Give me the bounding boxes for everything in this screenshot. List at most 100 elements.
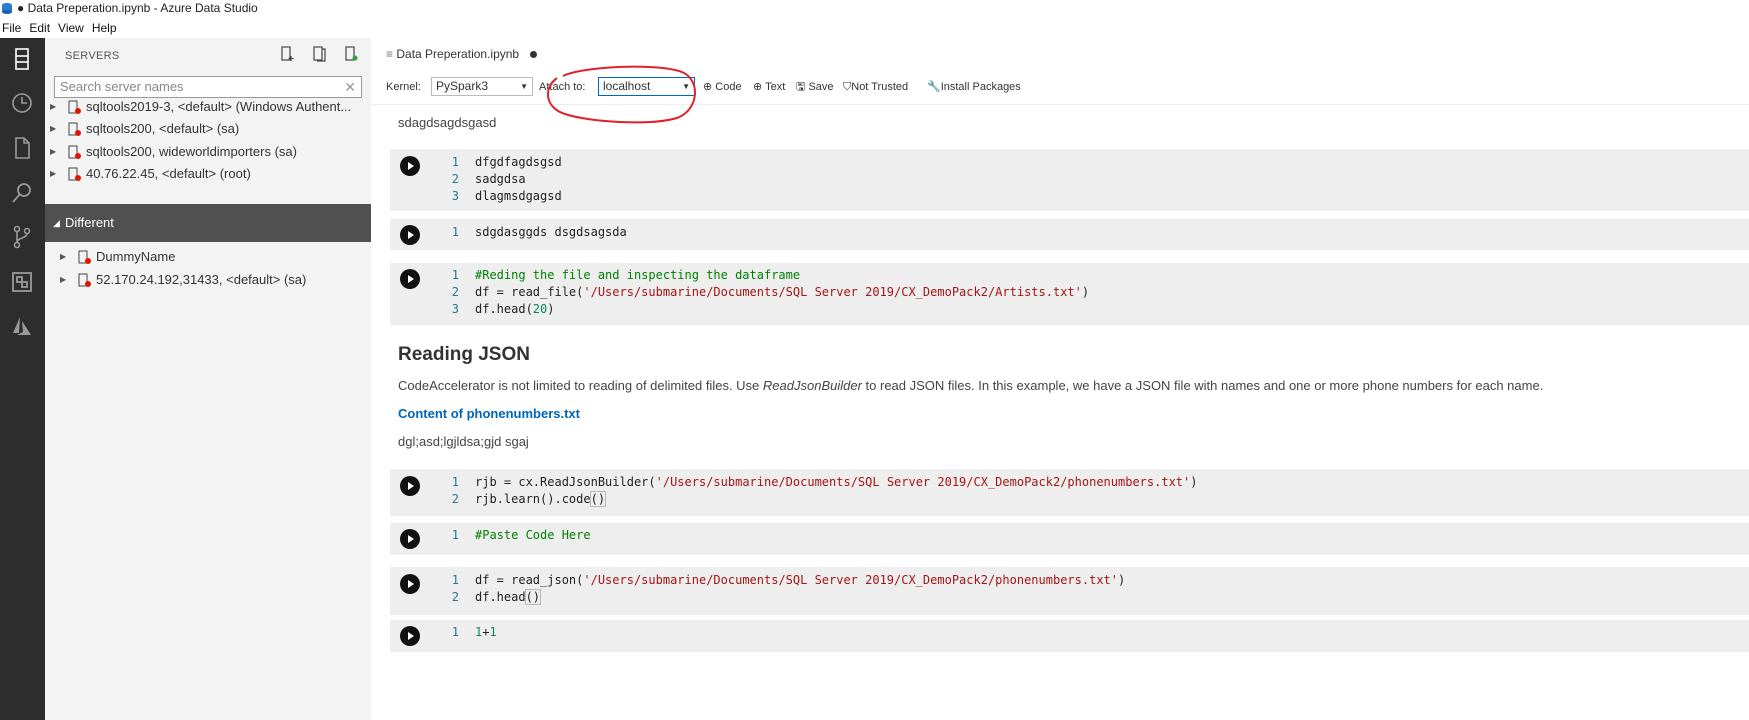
server-group-label: Different <box>65 215 114 230</box>
code-cell[interactable]: 1 rjb = cx.ReadJsonBuilder('/Users/submar… <box>390 469 1749 516</box>
code-line: 1 #Paste Code Here <box>445 527 591 544</box>
code-text: df.head <box>475 590 526 604</box>
server-item[interactable]: ▶ 40.76.22.45, <default> (root) <box>45 163 371 185</box>
code-text: df = read_file( <box>475 285 584 299</box>
window-title: ● Data Preperation.ipynb - Azure Data St… <box>17 1 258 15</box>
run-cell-button[interactable] <box>400 156 420 176</box>
code-text: df = read_json( <box>475 573 584 587</box>
code-text: ) <box>1190 475 1198 489</box>
add-icon: ⊕ <box>753 81 763 93</box>
code-line: 1 sdgdasggds dsgdsagsda <box>445 224 627 241</box>
chevron-right-icon[interactable]: ▶ <box>60 246 66 268</box>
tab-bar: ≡ Data Preperation.ipynb <box>371 38 1749 70</box>
code-line: 1 rjb = cx.ReadJsonBuilder('/Users/submar… <box>445 474 1198 491</box>
search-placeholder: Search server names <box>60 79 184 94</box>
notebook-toolbar: Kernel: PySpark3 ▼ Attach to: localhost … <box>371 65 1749 124</box>
notebook-file-icon: ≡ <box>386 47 394 61</box>
tab-label: Data Preperation.ipynb <box>396 47 520 61</box>
markdown-text: sdagdsagdsgasd <box>398 115 497 130</box>
server-disconnected-icon <box>68 100 81 114</box>
search-icon[interactable] <box>7 178 37 208</box>
dropdown-arrow-icon: ▼ <box>520 82 528 91</box>
server-label: sqltools200, <default> (sa) <box>86 121 240 136</box>
server-item[interactable]: ▶ sqltools200, <default> (sa) <box>45 118 371 140</box>
server-label: sqltools2019-3, <default> (Windows Authe… <box>86 99 352 114</box>
run-cell-button[interactable] <box>400 626 420 646</box>
code-cell[interactable]: 1 df = read_json('/Users/submarine/Docume… <box>390 567 1749 615</box>
menu-bar: File Edit View Help <box>0 18 1749 38</box>
server-item[interactable]: ▶ DummyName <box>45 246 371 268</box>
unsaved-dot-icon[interactable] <box>530 51 538 59</box>
attach-select[interactable]: localhost ▼ <box>598 77 695 96</box>
code-line: 1 dfgdfagdsgsd <box>445 154 562 171</box>
code-cell[interactable]: 1 sdgdasggds dsgdsagsda <box>390 219 1749 250</box>
server-item[interactable]: ▶ 52.170.24.192,31433, <default> (sa) <box>45 269 371 291</box>
code-text: ) <box>547 302 555 316</box>
server-item[interactable]: ▶ sqltools2019-3, <default> (Windows Aut… <box>45 96 371 118</box>
add-text-button[interactable]: ⊕ Text <box>753 70 785 104</box>
server-group-different[interactable]: ◢ Different <box>45 204 371 242</box>
server-disconnected-icon <box>78 250 91 264</box>
line-number: 1 <box>451 625 459 639</box>
chevron-right-icon[interactable]: ▶ <box>50 141 56 163</box>
paragraph-text: to read JSON files. In this example, we … <box>861 378 1544 393</box>
menu-help[interactable]: Help <box>90 18 123 38</box>
chevron-right-icon[interactable]: ▶ <box>60 269 66 291</box>
paragraph-emphasis: ReadJsonBuilder <box>762 378 862 393</box>
server-label: 40.76.22.45, <default> (root) <box>86 166 251 181</box>
code-line: 2 df.head() <box>445 589 542 606</box>
save-button[interactable]: 🖫 Save <box>796 70 834 104</box>
chevron-right-icon[interactable]: ▶ <box>50 118 56 140</box>
menu-edit[interactable]: Edit <box>27 18 56 38</box>
code-cell[interactable]: 1 1+1 <box>390 620 1749 652</box>
extensions-icon[interactable] <box>7 267 37 297</box>
code-line: 2 sadgdsa <box>445 171 526 188</box>
run-cell-button[interactable] <box>400 529 420 549</box>
bracket-match: () <box>589 491 607 507</box>
wrench-icon: 🔧 <box>927 81 941 93</box>
menu-file[interactable]: File <box>0 18 27 38</box>
line-number: 1 <box>451 528 459 542</box>
line-number: 2 <box>451 285 459 299</box>
server-item[interactable]: ▶ sqltools200, wideworldimporters (sa) <box>45 141 371 163</box>
code-line: 1 df = read_json('/Users/submarine/Docume… <box>445 572 1125 589</box>
run-cell-button[interactable] <box>400 269 420 289</box>
install-packages-button[interactable]: 🔧Install Packages <box>927 70 1021 104</box>
code-cell[interactable]: 1 #Reding the file and inspecting the dat… <box>390 263 1749 325</box>
install-packages-label: Install Packages <box>940 81 1021 93</box>
add-code-button[interactable]: ⊕ Code <box>703 70 742 104</box>
trust-button[interactable]: ⛉Not Trusted <box>843 70 908 104</box>
new-connection-icon[interactable] <box>279 46 295 62</box>
azure-icon[interactable] <box>7 311 37 341</box>
clear-search-icon[interactable]: ✕ <box>344 77 356 97</box>
servers-icon[interactable] <box>7 44 37 74</box>
run-cell-button[interactable] <box>400 476 420 496</box>
chevron-right-icon[interactable]: ▶ <box>50 96 56 118</box>
source-control-icon[interactable] <box>7 222 37 252</box>
code-cell[interactable]: 1 dfgdfagdsgsd 2 sadgdsa 3 dlagmsdgagsd <box>390 149 1749 211</box>
code-text: df.head( <box>475 302 533 316</box>
menu-view[interactable]: View <box>56 18 90 38</box>
tab-notebook[interactable]: ≡ Data Preperation.ipynb <box>386 38 538 70</box>
code-cell[interactable]: 1 #Paste Code Here <box>390 523 1749 555</box>
history-icon[interactable] <box>7 88 37 118</box>
add-text-label: Text <box>765 81 786 93</box>
trust-label: Not Trusted <box>851 81 909 93</box>
kernel-select[interactable]: PySpark3 ▼ <box>431 77 533 96</box>
run-cell-button[interactable] <box>400 225 420 245</box>
run-cell-button[interactable] <box>400 574 420 594</box>
title-bar: ● Data Preperation.ipynb - Azure Data St… <box>0 0 1749 18</box>
line-number: 1 <box>451 155 459 169</box>
active-connections-icon[interactable] <box>343 46 359 62</box>
line-number: 1 <box>451 573 459 587</box>
code-string: '/Users/submarine/Documents/SQL Server 2… <box>655 475 1191 489</box>
code-text: ) <box>1081 285 1090 299</box>
chevron-right-icon[interactable]: ▶ <box>50 163 56 185</box>
chevron-down-icon[interactable]: ◢ <box>53 204 60 242</box>
line-number: 1 <box>451 225 459 239</box>
explorer-icon[interactable] <box>7 133 37 163</box>
search-input[interactable]: Search server names ✕ <box>54 76 362 98</box>
azure-data-studio-logo-icon <box>2 3 12 14</box>
new-server-group-icon[interactable] <box>311 46 327 62</box>
code-line: 3 dlagmsdgagsd <box>445 188 562 205</box>
